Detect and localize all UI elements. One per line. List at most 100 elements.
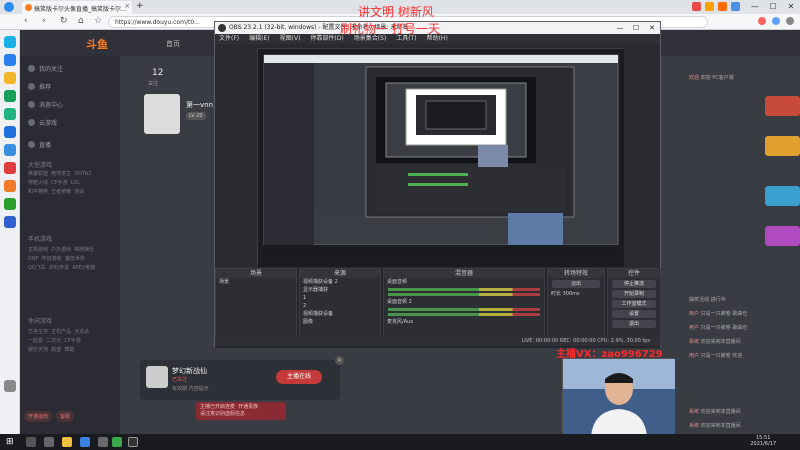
home-button[interactable]: ⌂ <box>78 16 84 26</box>
follow-avatar[interactable] <box>146 366 168 388</box>
volume-slider[interactable] <box>388 313 540 316</box>
menu-file[interactable]: 文件(F) <box>219 34 239 44</box>
nav-item[interactable]: 推荐 <box>28 82 51 91</box>
extension-icon[interactable] <box>718 2 727 11</box>
broadcast-guide-button[interactable]: 开播指南 <box>24 411 53 422</box>
transition-select[interactable]: 淡出 <box>552 280 600 288</box>
app-icon[interactable] <box>98 437 108 447</box>
mixer-title: 混音器 <box>384 269 544 278</box>
anchor-name[interactable]: 第一vnn <box>186 100 213 110</box>
studio-mode-button[interactable]: 工作室模式 <box>612 300 656 308</box>
minimize-button[interactable]: — <box>746 0 764 14</box>
obs-maximize-button[interactable]: ☐ <box>628 22 644 34</box>
volume-slider[interactable] <box>388 293 540 296</box>
menu-icon[interactable] <box>786 17 794 25</box>
start-recording-button[interactable]: 开始录制 <box>612 290 656 298</box>
file-explorer-icon[interactable] <box>62 437 72 447</box>
reload-button[interactable]: ↻ <box>60 16 68 26</box>
sidebar-app-icon[interactable] <box>4 162 16 174</box>
obs-preview-canvas[interactable] <box>257 48 624 267</box>
sidebar-app-icon[interactable] <box>4 180 16 192</box>
sidebar-app-icon[interactable] <box>4 198 16 210</box>
edge-icon[interactable] <box>80 437 90 447</box>
sidebar-app-icon[interactable] <box>4 108 16 120</box>
chat-message: 系统 欢迎来到本直播间 <box>689 423 741 429</box>
extension-icon[interactable] <box>772 17 780 25</box>
extension-icon[interactable] <box>705 2 714 11</box>
anchor-avatar[interactable] <box>144 94 180 134</box>
windows-taskbar: ⊞ 15:51 2021/6/17 <box>0 434 800 450</box>
search-icon[interactable] <box>26 437 36 447</box>
sidebar-app-icon[interactable] <box>4 36 16 48</box>
sidebar-app-icon[interactable] <box>4 90 16 102</box>
overlay-slogan-2: 刷礼物一 打号一天 <box>340 22 440 36</box>
douyu-logo[interactable]: 斗鱼 <box>86 36 108 52</box>
follow-name[interactable]: 梦幻新战仙 <box>172 366 207 376</box>
obs-close-button[interactable]: ✕ <box>644 22 660 34</box>
browser-tab[interactable]: 搞笑版卡尔头像直播_搞笑版卡尔… × <box>22 1 132 14</box>
task-view-icon[interactable] <box>44 437 54 447</box>
nav-home-link[interactable]: 首页 <box>166 39 180 49</box>
back-button[interactable]: ‹ <box>24 16 28 26</box>
chat-message: 欢迎 欢迎 PC客户端 <box>689 75 734 81</box>
source-item[interactable]: 视频捕获设备 2 <box>300 278 380 286</box>
extension-icon[interactable] <box>731 2 740 11</box>
exit-button[interactable]: 退出 <box>612 320 656 328</box>
source-item[interactable]: 视频捕获设备 <box>300 310 380 318</box>
nav-item[interactable]: 我的关注 <box>28 64 63 73</box>
source-item[interactable]: 图像 <box>300 318 380 326</box>
extension-icon[interactable] <box>692 2 701 11</box>
promo-banner[interactable] <box>765 226 800 246</box>
add-icon[interactable] <box>4 380 16 392</box>
nav-item-live[interactable]: 直播 <box>28 140 51 149</box>
category-grid[interactable]: 英雄联盟 绝地求生 DOTA2 穿越火线 CF手游 LOL 和平精英 王者荣耀 … <box>28 170 116 197</box>
obs-window: OBS 23.2.1 (32-bit, windows) - 配置文件: 未命名… <box>214 21 661 348</box>
follow-tag: 已关注 <box>172 377 188 383</box>
webcam-image <box>563 359 675 437</box>
promo-banner[interactable] <box>765 136 800 156</box>
sidebar-app-icon[interactable] <box>4 54 16 66</box>
promo-banner[interactable] <box>765 186 800 206</box>
stop-streaming-button[interactable]: 停止推流 <box>612 280 656 288</box>
nav-item[interactable]: 消息中心 <box>28 100 63 109</box>
obs-taskbar-icon[interactable] <box>128 437 138 447</box>
category-grid[interactable]: 方舟生存 主机产品 大逃杀 一起看 二次元 CF手游 娱乐天地 颜值 舞蹈 <box>28 328 116 355</box>
forward-button[interactable]: › <box>42 16 46 26</box>
duration-input[interactable]: 300ms <box>563 291 580 297</box>
support-button[interactable]: 客服 <box>56 411 75 422</box>
obs-minimize-button[interactable]: — <box>612 22 628 34</box>
sidebar-app-icon[interactable] <box>4 216 16 228</box>
browser-taskbar-icon[interactable] <box>112 437 122 447</box>
new-tab-button[interactable]: + <box>136 1 144 11</box>
menu-edit[interactable]: 编辑(E) <box>249 34 269 44</box>
menu-docks[interactable]: 停靠部件(D) <box>310 34 343 44</box>
extension-icon[interactable] <box>758 17 766 25</box>
promo-banner[interactable] <box>765 96 800 116</box>
menu-view[interactable]: 视图(V) <box>280 34 301 44</box>
sidebar-app-icon[interactable] <box>4 126 16 138</box>
source-item[interactable]: 2 <box>300 302 380 310</box>
cloud-game-icon <box>28 119 35 126</box>
sidebar-app-icon[interactable] <box>4 144 16 156</box>
tab-close-icon[interactable]: × <box>124 2 130 10</box>
start-button[interactable]: ⊞ <box>6 437 16 447</box>
close-button[interactable]: ✕ <box>782 0 800 14</box>
source-item[interactable]: 显示器捕获 <box>300 286 380 294</box>
maximize-button[interactable]: ☐ <box>764 0 782 14</box>
bookmark-star-icon[interactable]: ☆ <box>94 16 102 26</box>
nav-item[interactable]: 云游戏 <box>28 118 57 127</box>
sidebar-app-icon[interactable] <box>4 72 16 84</box>
address-bar-actions <box>758 17 794 25</box>
recommend-icon <box>28 83 35 90</box>
scene-item[interactable]: 场景 <box>216 278 296 286</box>
browser-logo-icon[interactable] <box>4 2 14 12</box>
close-icon[interactable]: × <box>335 356 344 365</box>
settings-button[interactable]: 设置 <box>612 310 656 318</box>
system-clock[interactable]: 15:51 2021/6/17 <box>750 435 776 447</box>
transitions-title: 转场特效 <box>548 269 604 278</box>
source-item[interactable]: 1 <box>300 294 380 302</box>
notice-popup[interactable]: 主播已开启连麦 开通贵族 请注意识别虚假信息 <box>196 402 286 420</box>
anchor-level-badge: LV 20 <box>186 112 206 120</box>
category-grid[interactable]: 主机游戏 户外游戏 棋牌娱乐 DNF 怀旧游戏 魔兽世界 QQ飞车 炉石传说 A… <box>28 246 116 273</box>
anchor-online-button[interactable]: 主播在线 <box>276 370 322 384</box>
